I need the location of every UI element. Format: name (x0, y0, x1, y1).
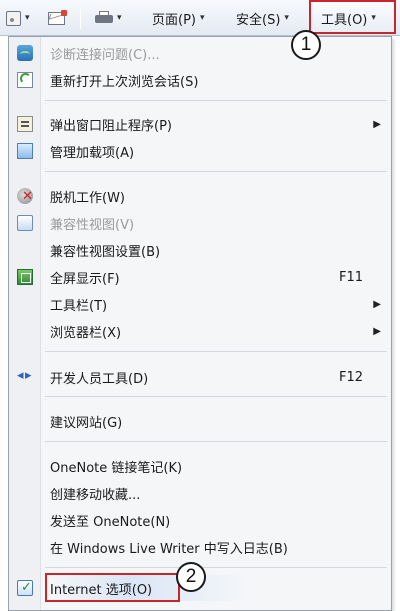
popup-blocker-icon (17, 116, 33, 132)
submenu-arrow-icon: ▶ (373, 325, 381, 337)
print-button[interactable]: ▾ (95, 5, 122, 31)
menu-item-create-mobile-favorite[interactable]: 创建移动收藏... (9, 482, 391, 504)
menu-item-work-offline[interactable]: 脱机工作(W) (9, 185, 391, 207)
menu-item-manage-addons[interactable]: 管理加载项(A) (9, 140, 391, 162)
print-icon (95, 11, 113, 25)
menu-item-label: 全屏显示(F) (50, 271, 120, 287)
chevron-down-icon: ▾ (117, 13, 122, 23)
internet-options-highlight-box (45, 573, 180, 602)
mail-icon (48, 9, 67, 25)
menu-item-fullscreen[interactable]: 全屏显示(F) F11 (9, 266, 391, 288)
menu-item-label: 工具栏(T) (50, 298, 108, 314)
chevron-down-icon: ▾ (371, 13, 376, 23)
tools-dropdown-menu: 诊断连接问题(C)... 重新打开上次浏览会话(S) 弹出窗口阻止程序(P) ▶… (8, 36, 392, 611)
menu-separator (45, 171, 387, 172)
step-2-callout: 2 (176, 562, 206, 592)
menu-item-label: 诊断连接问题(C)... (50, 47, 160, 63)
shortcut-label: F12 (338, 369, 363, 385)
diagnose-connection-icon (17, 45, 33, 61)
tools-menu-content: 工具(O) ▾ (321, 5, 376, 31)
feeds-button[interactable]: ▾ (6, 5, 30, 31)
menu-item-toolbars[interactable]: 工具栏(T) ▶ (9, 293, 391, 315)
menu-item-label: 建议网站(G) (50, 415, 123, 431)
tools-menu-button[interactable]: 工具(O) ▾ (309, 0, 396, 34)
menu-item-compatibility-settings[interactable]: 兼容性视图设置(B) (9, 239, 391, 261)
menu-item-label: 兼容性视图设置(B) (50, 244, 161, 260)
safety-menu-label: 安全(S) (236, 12, 281, 28)
shortcut-label: F11 (338, 269, 363, 285)
reopen-session-icon (17, 72, 33, 88)
menu-item-label: 兼容性视图(V) (50, 217, 135, 233)
submenu-arrow-icon: ▶ (373, 118, 381, 130)
step-1-callout: 1 (291, 30, 321, 60)
menu-separator (45, 351, 387, 352)
chevron-down-icon: ▾ (25, 13, 30, 23)
work-offline-icon (17, 188, 33, 204)
menu-item-suggested-sites[interactable]: 建议网站(G) (9, 410, 391, 432)
command-bar: ▾ ▾ 页面(P) ▾ 安全(S) ▾ 工具(O) ▾ (0, 0, 400, 36)
menu-item-label: 管理加载项(A) (50, 145, 135, 161)
menu-item-diagnose-connection[interactable]: 诊断连接问题(C)... (9, 42, 391, 64)
submenu-arrow-icon: ▶ (373, 298, 381, 310)
read-mail-button[interactable] (48, 5, 67, 31)
menu-separator (45, 100, 387, 101)
menu-item-label: 浏览器栏(X) (50, 325, 122, 341)
page-menu-button[interactable]: 页面(P) ▾ (152, 5, 205, 31)
menu-item-label: 发送至 OneNote(N) (50, 514, 171, 530)
menu-item-developer-tools[interactable]: 开发人员工具(D) F12 (9, 366, 391, 388)
menu-item-label: OneNote 链接笔记(K) (50, 460, 183, 476)
step-number: 2 (185, 566, 197, 587)
menu-separator (45, 396, 387, 397)
menu-item-label: 弹出窗口阻止程序(P) (50, 118, 172, 134)
step-number: 1 (300, 34, 312, 55)
menu-item-windows-live-writer[interactable]: 在 Windows Live Writer 中写入日志(B) (9, 536, 391, 558)
menu-separator (45, 567, 387, 568)
menu-item-explorer-bars[interactable]: 浏览器栏(X) ▶ (9, 320, 391, 342)
menu-item-reopen-session[interactable]: 重新打开上次浏览会话(S) (9, 69, 391, 91)
internet-options-icon (17, 580, 33, 596)
menu-item-compatibility-view[interactable]: 兼容性视图(V) (9, 212, 391, 234)
menu-item-popup-blocker[interactable]: 弹出窗口阻止程序(P) ▶ (9, 113, 391, 135)
chevron-down-icon: ▾ (199, 13, 205, 23)
rss-feed-icon (6, 10, 21, 26)
menu-item-label: 创建移动收藏... (50, 487, 141, 503)
toolbar-separator (80, 7, 81, 29)
page-menu-label: 页面(P) (152, 12, 196, 28)
manage-addons-icon (17, 143, 33, 159)
menu-item-label: 重新打开上次浏览会话(S) (50, 74, 199, 90)
chevron-down-icon: ▾ (284, 13, 289, 23)
tools-menu-label: 工具(O) (321, 12, 368, 28)
menu-item-send-to-onenote[interactable]: 发送至 OneNote(N) (9, 509, 391, 531)
menu-item-label: 在 Windows Live Writer 中写入日志(B) (50, 541, 288, 557)
fullscreen-icon (17, 269, 33, 285)
compatibility-view-icon (17, 215, 33, 231)
safety-menu-button[interactable]: 安全(S) ▾ (236, 5, 289, 31)
menu-item-onenote-linked-notes[interactable]: OneNote 链接笔记(K) (9, 455, 391, 477)
menu-item-label: 开发人员工具(D) (50, 371, 149, 387)
menu-separator (45, 441, 387, 442)
developer-tools-icon (17, 368, 33, 385)
menu-item-label: 脱机工作(W) (50, 190, 125, 206)
